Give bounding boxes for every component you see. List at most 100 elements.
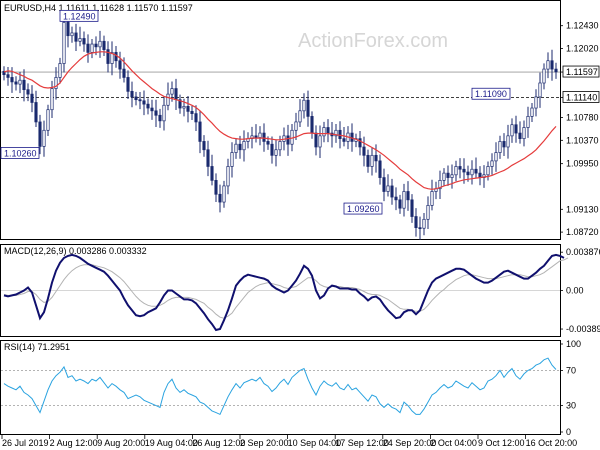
price-annotation-label: 1.10260: [4, 148, 37, 158]
candle-body: [158, 114, 162, 122]
candle-body: [50, 88, 54, 111]
candle-body: [362, 146, 366, 156]
candle-body: [302, 99, 306, 112]
candle-body: [514, 124, 518, 134]
candle-body: [162, 104, 166, 122]
time-tick-label: 2 Oct 04:00: [430, 438, 477, 448]
candle-body: [518, 132, 522, 139]
candle-body: [66, 22, 70, 37]
candle-body: [410, 199, 414, 217]
candle-body: [206, 149, 210, 167]
candle-body: [470, 168, 474, 176]
candle-body: [306, 99, 310, 117]
candle-body: [378, 160, 382, 178]
candle-body: [342, 138, 346, 142]
candle-body: [266, 141, 270, 145]
candle-body: [134, 96, 138, 101]
candle-body: [318, 135, 322, 148]
price-annotation-label: 1.11090: [475, 89, 507, 99]
price-tick-label: 1.11597: [566, 67, 598, 77]
candle-body: [114, 52, 118, 62]
candle-body: [322, 127, 326, 137]
time-tick-label: 26 Jul 2019: [2, 438, 49, 448]
candle-body: [90, 43, 94, 53]
time-tick-label: 17 Sep 12:00: [335, 438, 389, 448]
candle-body: [294, 121, 298, 131]
price-tick-label: 1.11140: [566, 92, 597, 102]
candle-body: [22, 79, 26, 91]
candle-body: [150, 107, 154, 112]
time-tick-label: 9 Aug 20:00: [97, 438, 145, 448]
candle-body: [406, 191, 410, 201]
candle-body: [58, 63, 62, 78]
candle-body: [258, 132, 262, 138]
candle-body: [526, 116, 530, 128]
candle-body: [418, 227, 422, 230]
candle-body: [374, 154, 378, 162]
candle-body: [358, 138, 362, 148]
candle-body: [494, 152, 498, 162]
candle-body: [218, 193, 222, 203]
candle-body: [94, 43, 98, 48]
candle-body: [226, 166, 230, 187]
candle-body: [422, 218, 426, 229]
candle-body: [122, 68, 126, 78]
eurusd-h4-chart: ActionForex.com EURUSD,H4 1.11611 1.1162…: [0, 0, 600, 450]
candle-body: [230, 152, 234, 167]
price-tick-label: 1.08720: [566, 227, 599, 237]
candle-body: [190, 111, 194, 114]
price-tick-label: 1.10370: [566, 135, 599, 145]
price-tick-label: 1.12430: [566, 21, 599, 31]
candle-body: [534, 96, 538, 109]
rsi-tick-label: 0: [566, 427, 571, 437]
candle-body: [6, 74, 10, 78]
candle-body: [398, 199, 402, 209]
candle-body: [530, 107, 534, 117]
candle-body: [174, 88, 178, 101]
candle-body: [30, 93, 34, 103]
macd-tick-label: 0.003876: [566, 247, 600, 257]
candle-body: [154, 110, 158, 116]
candle-body: [310, 116, 314, 134]
candle-body: [386, 185, 390, 192]
price-tick-label: 1.09950: [566, 159, 599, 169]
candle-body: [86, 43, 90, 53]
candle-body: [70, 32, 74, 37]
time-tick-label: 2 Sep 20:00: [240, 438, 289, 448]
candle-body: [186, 106, 190, 112]
candle-body: [234, 143, 238, 153]
candle-body: [74, 32, 78, 42]
candle-body: [46, 109, 50, 131]
time-tick-label: 10 Sep 04:00: [288, 438, 342, 448]
candle-body: [298, 110, 302, 123]
candle-body: [182, 106, 186, 109]
candle-body: [34, 102, 38, 123]
candle-body: [462, 168, 466, 173]
candle-body: [14, 81, 18, 85]
macd-tick-label: -0.003899: [566, 324, 600, 334]
candle-body: [442, 172, 446, 181]
candle-body: [10, 77, 14, 83]
candle-body: [62, 22, 66, 64]
candle-body: [390, 185, 394, 198]
candle-body: [486, 166, 490, 176]
candle-body: [130, 90, 134, 98]
candle-body: [274, 149, 278, 156]
candle-body: [474, 168, 478, 174]
candle-body: [78, 38, 82, 42]
candle-body: [542, 68, 546, 84]
price-tick-label: 1.10780: [566, 112, 599, 122]
candle-body: [126, 77, 130, 92]
candle-body: [38, 121, 42, 147]
price-panel-header: EURUSD,H4 1.11611 1.11628 1.11570 1.1159…: [4, 3, 193, 13]
candle-body: [194, 113, 198, 123]
candle-body: [466, 171, 470, 176]
watermark: ActionForex.com: [298, 30, 448, 52]
candle-body: [502, 141, 506, 148]
candle-body: [102, 40, 106, 50]
candle-body: [506, 135, 510, 148]
candle-body: [522, 127, 526, 139]
rsi-panel-header: RSI(14) 71.2951: [4, 342, 70, 352]
candle-body: [550, 60, 554, 70]
candle-body: [222, 185, 226, 203]
